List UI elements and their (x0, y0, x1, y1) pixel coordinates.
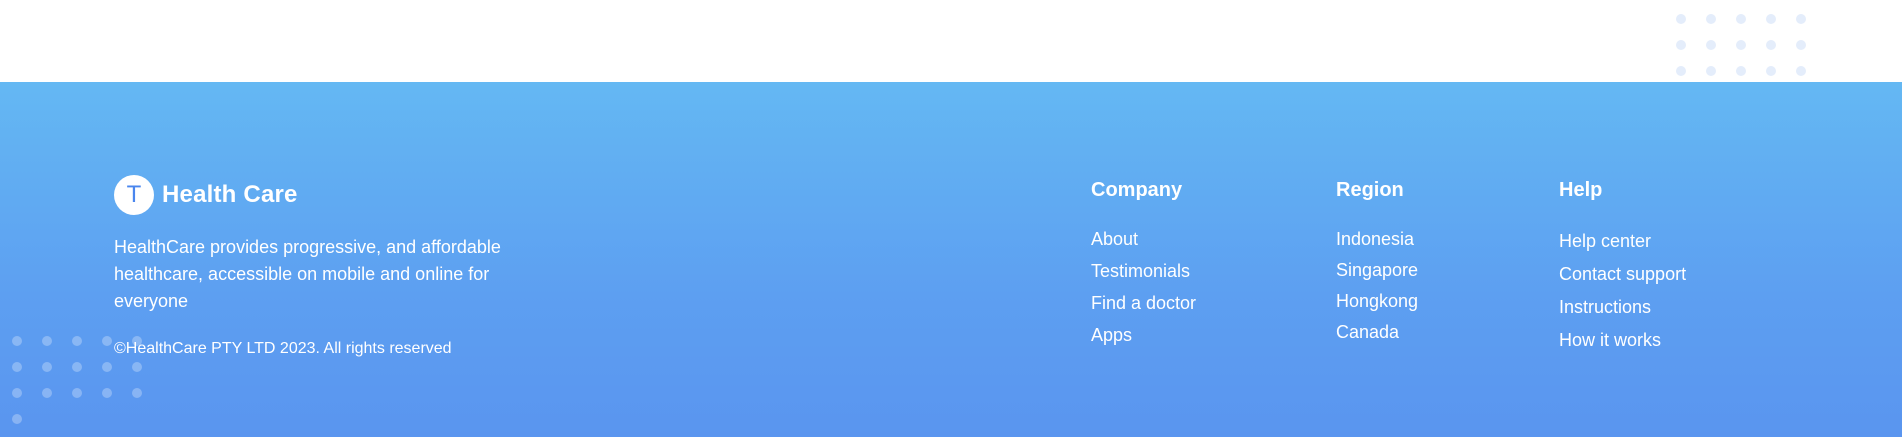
footer-link-apps[interactable]: Apps (1091, 325, 1196, 345)
footer-link-instructions[interactable]: Instructions (1559, 297, 1686, 317)
column-heading-company: Company (1091, 179, 1183, 201)
footer-link-indonesia[interactable]: Indonesia (1336, 229, 1418, 249)
copyright-text: ©HealthCare PTY LTD 2023. All rights res… (114, 340, 452, 357)
footer-link-hongkong[interactable]: Hongkong (1336, 291, 1418, 311)
logo-icon: T (114, 175, 154, 215)
brand-name: Health Care (162, 181, 298, 208)
footer-description: HealthCare provides progressive, and aff… (114, 237, 501, 311)
footer-link-find-a-doctor[interactable]: Find a doctor (1091, 293, 1196, 313)
dot-pattern-top-icon (1676, 14, 1806, 76)
footer-link-help-center[interactable]: Help center (1559, 231, 1686, 251)
footer-link-canada[interactable]: Canada (1336, 322, 1418, 342)
footer-column-region: Region Indonesia Singapore Hongkong Cana… (1336, 179, 1418, 353)
footer: T Health Care HealthCare provides progre… (0, 82, 1902, 437)
brand-logo-link[interactable]: T Health Care (114, 175, 298, 215)
column-heading-help: Help (1559, 179, 1603, 201)
footer-link-singapore[interactable]: Singapore (1336, 260, 1418, 280)
footer-link-contact-support[interactable]: Contact support (1559, 264, 1686, 284)
footer-column-company: Company About Testimonials Find a doctor… (1091, 179, 1196, 357)
footer-link-testimonials[interactable]: Testimonials (1091, 261, 1196, 281)
footer-link-about[interactable]: About (1091, 229, 1196, 249)
footer-link-how-it-works[interactable]: How it works (1559, 330, 1686, 350)
top-section (0, 0, 1902, 82)
footer-column-help: Help Help center Contact support Instruc… (1559, 179, 1686, 363)
column-heading-region: Region (1336, 179, 1404, 201)
